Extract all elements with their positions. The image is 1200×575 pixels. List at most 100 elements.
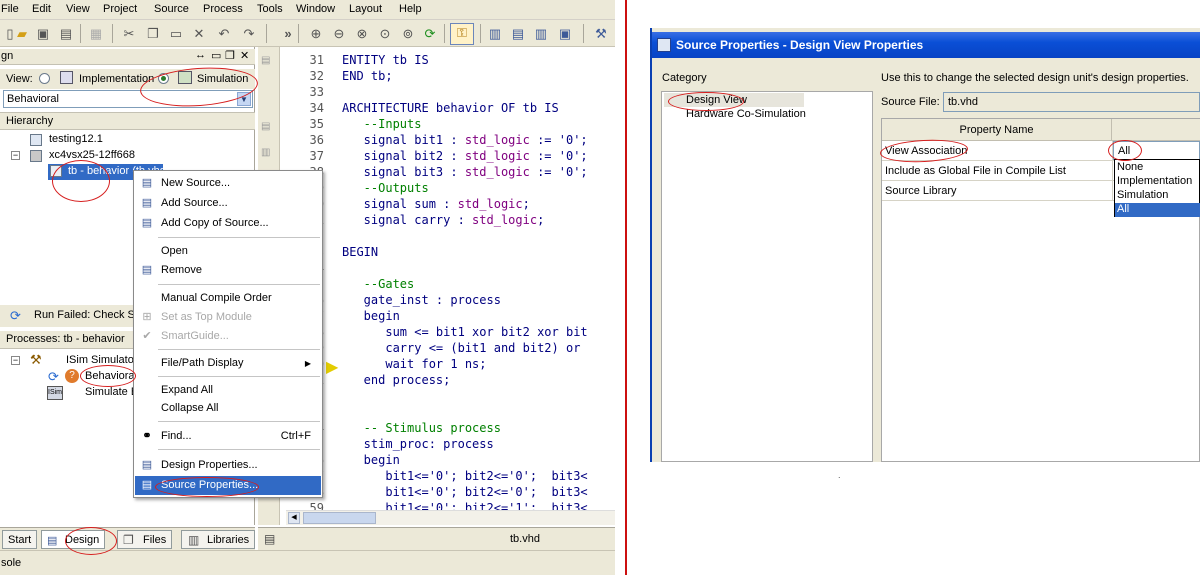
horizontal-scrollbar[interactable]: ◀ [286,510,615,525]
close-icon[interactable]: ✕ [240,49,249,62]
code-line[interactable]: signal bit1 : std_logic := '0'; [342,133,588,147]
save-icon[interactable]: ▣ [34,25,52,43]
scroll-thumb[interactable] [303,512,376,524]
layout-b-icon[interactable]: ▤ [509,25,527,43]
open-folder-icon[interactable]: ▰ [13,25,31,43]
code-line[interactable]: begin [342,309,400,323]
menu-source-properties[interactable]: ▤ Source Properties... [135,476,321,495]
menu-project[interactable]: Project [103,3,137,15]
simulation-radio[interactable] [158,73,169,84]
option-none[interactable]: None [1115,161,1200,175]
chevron-down-icon[interactable]: ▼ [237,92,251,106]
simulation-label[interactable]: Simulation [197,73,248,85]
code-line[interactable]: signal bit3 : std_logic := '0'; [342,165,588,179]
layout-c-icon[interactable]: ▥ [532,25,550,43]
zoom-full-icon[interactable]: ⊚ [399,25,417,43]
wrench-icon[interactable]: ⚒ [592,25,610,43]
gutter-icon[interactable]: ▤ [261,55,270,66]
implementation-label[interactable]: Implementation [79,73,154,85]
undo-icon[interactable]: ↶ [215,25,233,43]
menu-file[interactable]: File [1,3,19,15]
code-line[interactable]: sum <= bit1 xor bit2 xor bit [342,325,587,339]
restore-icon[interactable]: ❐ [225,49,235,62]
menu-layout[interactable]: Layout [349,3,382,15]
menu-manual-compile-order[interactable]: Manual Compile Order [135,289,321,308]
simulate-behavioral-label[interactable]: Simulate B [85,386,138,398]
behavior-select[interactable]: Behavioral ▼ [3,90,253,108]
code-line[interactable]: begin [342,453,400,467]
gutter-icon[interactable]: ▥ [261,147,270,158]
menu-design-properties[interactable]: ▤ Design Properties... [135,456,321,475]
category-design-view[interactable]: Design View [686,94,747,106]
chevron-more-icon[interactable]: » [279,25,297,43]
menu-add-copy-source[interactable]: ▤ Add Copy of Source... [135,214,321,233]
zoom-fit-icon[interactable]: ⊗ [353,25,371,43]
zoom-out-icon[interactable]: ⊖ [330,25,348,43]
menu-file-path-display[interactable]: File/Path Display ▶ [135,354,321,373]
menu-source[interactable]: Source [154,3,189,15]
tab-start[interactable]: Start [2,530,38,549]
code-line[interactable]: wait for 1 ns; [342,357,486,371]
cut-icon[interactable]: ✂ [120,25,138,43]
paste-icon[interactable]: ▭ [167,25,185,43]
copy-icon[interactable]: ❐ [144,25,162,43]
behavioral-check-label[interactable]: Behaviora [85,370,135,382]
refresh-icon[interactable]: ⟳ [421,25,439,43]
menu-set-top-module[interactable]: ⊞ Set as Top Module [135,308,321,327]
layout-d-icon[interactable]: ▣ [556,25,574,43]
menu-expand-all[interactable]: Expand All [135,381,321,400]
isim-simulator-label[interactable]: ISim Simulator [66,354,138,366]
menu-new-source[interactable]: ▤ New Source... [135,174,321,193]
print-icon[interactable]: ▦ [87,25,105,43]
menu-smartguide[interactable]: ✔ SmartGuide... [135,327,321,346]
collapse-icon[interactable]: − [11,151,20,160]
minimize-icon[interactable]: ▭ [211,49,221,62]
code-line[interactable]: --Gates [342,277,415,291]
menu-view[interactable]: View [66,3,90,15]
editor-tab-filename[interactable]: tb.vhd [510,533,540,545]
code-line[interactable]: BEGIN [342,245,378,259]
gutter-icon[interactable]: ▤ [261,121,270,132]
menu-window[interactable]: Window [296,3,335,15]
key-icon[interactable]: ⚿ [450,23,474,45]
code-line[interactable]: stim_proc: process [342,437,494,451]
code-line[interactable]: signal bit2 : std_logic := '0'; [342,149,588,163]
view-association-select[interactable]: All [1113,141,1200,160]
code-line[interactable]: END tb; [342,69,393,83]
menu-collapse-all[interactable]: Collapse All [135,399,321,418]
delete-icon[interactable]: ✕ [190,25,208,43]
code-line[interactable]: ARCHITECTURE behavior OF tb IS [342,101,559,115]
menu-remove[interactable]: ▤ Remove [135,261,321,280]
code-line[interactable]: signal sum : std_logic; [342,197,530,211]
code-line[interactable]: carry <= (bit1 and bit2) or [342,341,580,355]
zoom-in-icon[interactable]: ⊕ [307,25,325,43]
menu-find[interactable]: ⚭ Find... Ctrl+F [135,427,321,446]
redo-icon[interactable]: ↷ [240,25,258,43]
layout-a-icon[interactable]: ▥ [486,25,504,43]
option-simulation[interactable]: Simulation [1115,189,1200,203]
code-line[interactable]: signal carry : std_logic; [342,213,545,227]
float-icon[interactable]: ↔ [195,49,206,61]
menu-add-source[interactable]: ▤ Add Source... [135,194,321,213]
zoom-area-icon[interactable]: ⊙ [376,25,394,43]
category-hardware-cosim[interactable]: Hardware Co-Simulation [686,108,806,120]
menu-help[interactable]: Help [399,3,422,15]
code-line[interactable]: end process; [342,373,451,387]
code-line[interactable]: bit1<='0'; bit2<='0'; bit3< [342,485,587,499]
menu-edit[interactable]: Edit [32,3,51,15]
code-line[interactable]: -- Stimulus process [342,421,501,435]
menu-process[interactable]: Process [203,3,243,15]
code-line[interactable]: ENTITY tb IS [342,53,429,67]
code-line[interactable]: --Inputs [342,117,422,131]
menu-open[interactable]: Open [135,242,321,261]
collapse-icon[interactable]: − [11,356,20,365]
code-line[interactable]: bit1<='0'; bit2<='0'; bit3< [342,469,587,483]
implementation-radio[interactable] [39,73,50,84]
code-line[interactable]: --Outputs [342,181,429,195]
scroll-left-icon[interactable]: ◀ [288,512,300,524]
menu-tools[interactable]: Tools [257,3,283,15]
option-all[interactable]: All [1115,203,1200,217]
code-line[interactable]: gate_inst : process [342,293,501,307]
save-all-icon[interactable]: ▤ [57,25,75,43]
option-implementation[interactable]: Implementation [1115,175,1200,189]
